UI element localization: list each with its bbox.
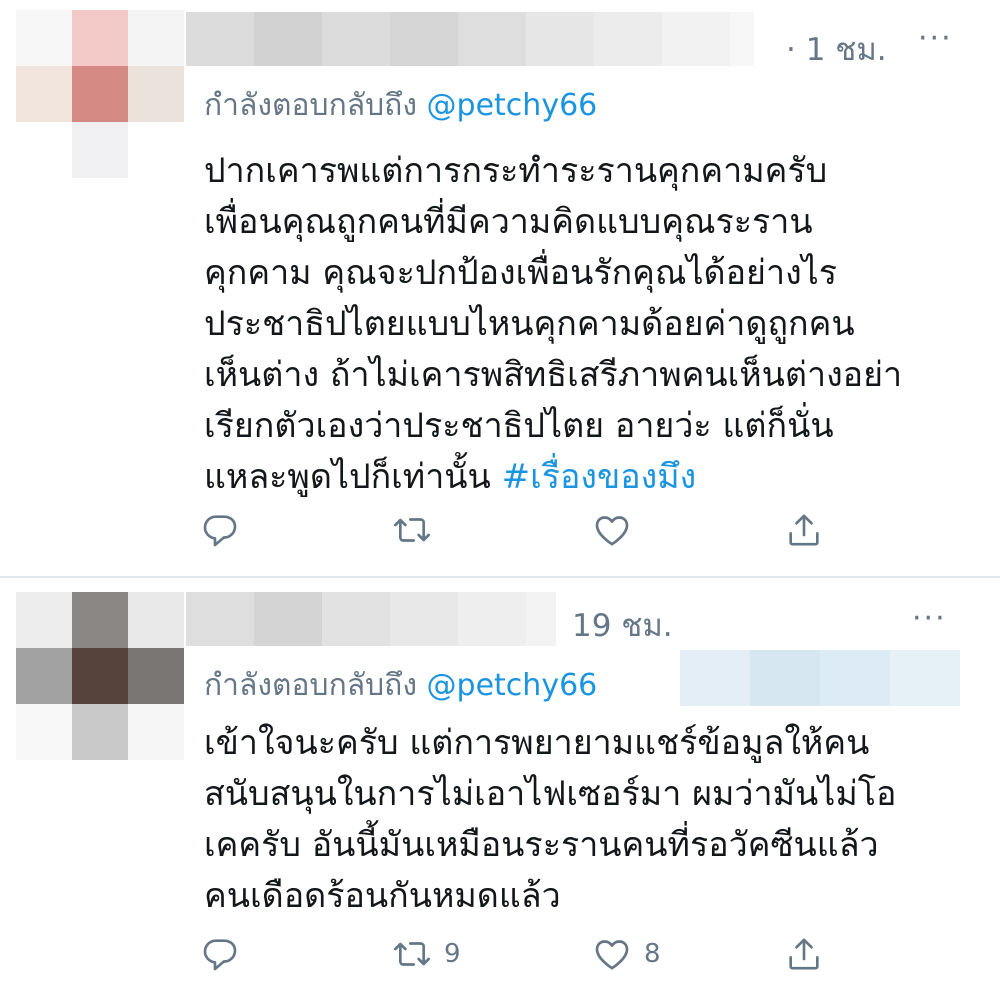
like-icon bbox=[595, 516, 629, 546]
mention-link[interactable]: @petchy66 bbox=[427, 88, 598, 123]
tweet-text-line: เคครับ อันนี้มันเหมือนระรานคนที่รอวัคซีน… bbox=[204, 825, 879, 865]
timestamp[interactable]: 19 ชม. bbox=[572, 600, 673, 650]
reply-icon bbox=[203, 515, 237, 547]
retweet-icon bbox=[394, 518, 430, 542]
like-count: 8 bbox=[644, 939, 661, 969]
display-name-blurred[interactable] bbox=[186, 12, 754, 66]
share-button[interactable] bbox=[784, 510, 824, 550]
reply-icon bbox=[203, 939, 237, 971]
tweet[interactable]: 19 ชม. ··· กำลังตอบกลับถึง @petchy66 เข้… bbox=[0, 578, 1000, 1002]
tweet-text-line: เห็นต่าง ถ้าไม่เคารพสิทธิเสรีภาพคนเห็นต่… bbox=[204, 355, 903, 395]
action-bar bbox=[200, 510, 840, 560]
tweet-text-line: แหละพูดไปก็เท่านั้น #เรื่องของมึง bbox=[204, 452, 984, 503]
mention-blurred[interactable] bbox=[680, 650, 960, 706]
like-button[interactable]: 8 bbox=[592, 934, 661, 974]
retweet-count: 9 bbox=[444, 939, 461, 969]
share-icon bbox=[789, 938, 819, 970]
reply-context: กำลังตอบกลับถึง @petchy66 bbox=[204, 662, 597, 709]
tweet-text-line: สนับสนุนในการไม่เอาไฟเซอร์มา ผมว่ามันไม่… bbox=[204, 774, 897, 814]
tweet-text-line: เข้าใจนะครับ แต่การพยายามแชร์ข้อมูลให้คน bbox=[204, 723, 870, 763]
share-button[interactable] bbox=[784, 934, 824, 974]
share-icon bbox=[789, 514, 819, 546]
reply-prefix: กำลังตอบกลับถึง bbox=[204, 88, 417, 123]
tweet-text-line: คนเดือดร้อนกันหมดแล้ว bbox=[204, 876, 561, 916]
tweet-text-line: เพื่อนคุณถูกคนที่มีความคิดแบบคุณระราน bbox=[204, 202, 813, 242]
more-icon[interactable]: ··· bbox=[912, 604, 947, 634]
retweet-button[interactable]: 9 bbox=[392, 934, 461, 974]
tweet-text-line: ประชาธิปไตยแบบไหนคุกคามด้อยค่าดูถูกคน bbox=[204, 304, 855, 344]
tweet-text-line: ปากเคารพแต่การกระทำระรานคุกคามครับ bbox=[204, 151, 828, 191]
action-bar: 9 8 bbox=[200, 934, 840, 984]
retweet-button[interactable] bbox=[392, 510, 444, 550]
more-icon[interactable]: ··· bbox=[918, 24, 953, 54]
tweet-text: เข้าใจนะครับ แต่การพยายามแชร์ข้อมูลให้คน… bbox=[204, 718, 984, 922]
tweet-text: ปากเคารพแต่การกระทำระรานคุกคามครับ เพื่อ… bbox=[204, 146, 984, 503]
timestamp[interactable]: · 1 ชม. bbox=[786, 24, 887, 74]
avatar-blurred[interactable] bbox=[16, 592, 184, 760]
like-icon bbox=[595, 940, 629, 970]
retweet-icon bbox=[394, 942, 430, 966]
mention-link[interactable]: @petchy66 bbox=[427, 668, 598, 703]
hashtag-link[interactable]: #เรื่องของมึง bbox=[502, 457, 697, 497]
reply-context: กำลังตอบกลับถึง @petchy66 bbox=[204, 82, 597, 129]
tweet-text-segment: แหละพูดไปก็เท่านั้น bbox=[204, 457, 491, 497]
tweet-text-line: คุกคาม คุณจะปกป้องเพื่อนรักคุณได้อย่างไร bbox=[204, 253, 838, 293]
reply-button[interactable] bbox=[200, 510, 252, 550]
display-name-blurred[interactable] bbox=[186, 592, 556, 646]
avatar-blurred[interactable] bbox=[16, 10, 184, 178]
reply-button[interactable] bbox=[200, 934, 252, 974]
tweet-text-line: เรียกตัวเองว่าประชาธิปไตย อายว่ะ แต่ก็นั… bbox=[204, 406, 834, 446]
tweet[interactable]: · 1 ชม. ··· กำลังตอบกลับถึง @petchy66 ปา… bbox=[0, 0, 1000, 576]
like-button[interactable] bbox=[592, 510, 644, 550]
reply-prefix: กำลังตอบกลับถึง bbox=[204, 668, 417, 703]
